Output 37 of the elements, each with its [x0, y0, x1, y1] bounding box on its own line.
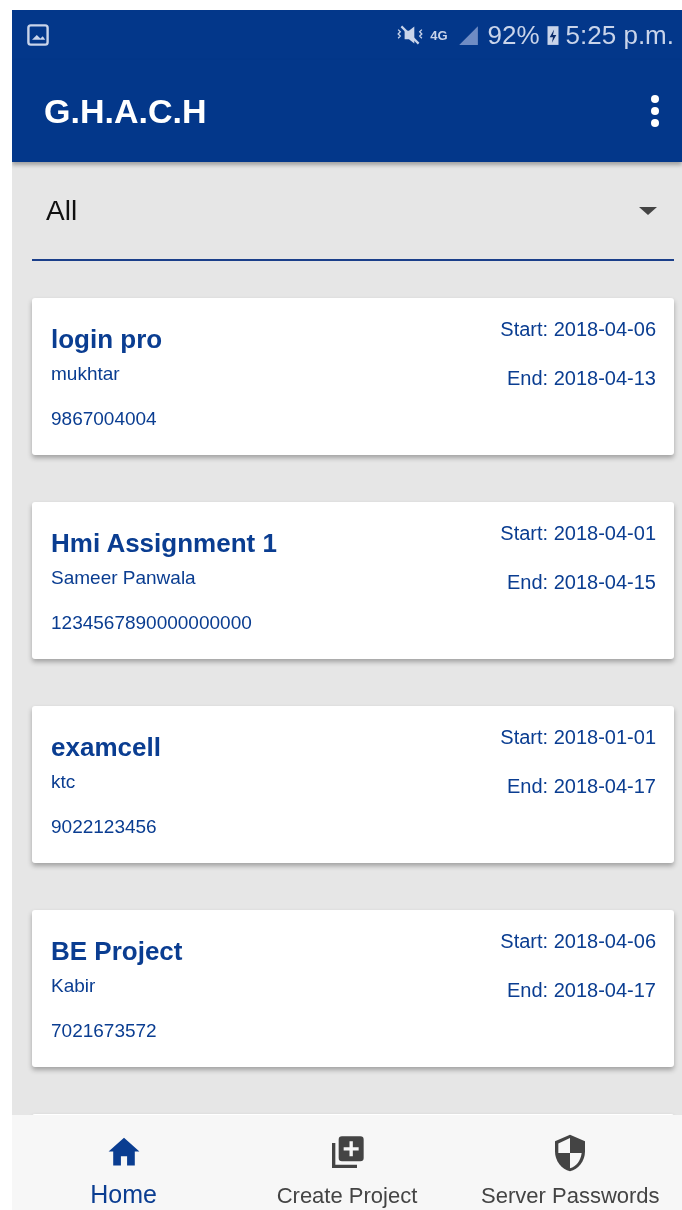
network-label: 4G [430, 27, 448, 43]
owner-name: Sameer Panwala [51, 567, 197, 589]
start-date: Start: 2018-04-01 [500, 522, 656, 545]
nav-tab[interactable]: Home [12, 1115, 236, 1210]
owner-name: ktc [51, 771, 77, 793]
nav-tab[interactable]: Create Project [235, 1115, 459, 1210]
app-title: G.H.A.C.H [44, 91, 207, 131]
start-date: Start: 2018-04-06 [500, 318, 656, 341]
project-name: Hmi Assignment 1 [51, 528, 277, 559]
project-name: login pro [51, 324, 163, 355]
start-date: Start: 2018-04-06 [500, 930, 656, 953]
owner-name: mukhtar [51, 363, 121, 385]
start-date: Start: 2018-01-01 [500, 726, 656, 749]
nav-tab[interactable]: Server Passwords [458, 1115, 682, 1210]
project-card[interactable]: login pro mukhtar 9867004004 Start: 2018-04-06 End: 2018-04-13 [32, 298, 674, 455]
end-date: End: 2018-04-17 [507, 775, 656, 798]
project-name: examcell [51, 732, 161, 763]
end-date: End: 2018-04-13 [507, 367, 656, 390]
clock: 5:25 p.m. [565, 19, 674, 51]
project-name: BE Project [51, 936, 183, 967]
caret-icon [638, 205, 658, 216]
phone-number: 9022123456 [51, 816, 158, 838]
phone-number: 7021673572 [51, 1020, 158, 1042]
mute-vibrate-icon [396, 24, 425, 46]
phone-number: 9867004004 [51, 408, 158, 430]
end-date: End: 2018-04-17 [507, 979, 656, 1002]
phone-number: 1234567890000000000 [51, 612, 253, 634]
end-date: End: 2018-04-15 [507, 571, 656, 594]
filter-dropdown[interactable]: All [32, 162, 674, 261]
project-card[interactable]: BE Project Kabir 7021673572 Start: 2018-04-06 End: 2018-04-17 [32, 910, 674, 1067]
image-icon [26, 23, 50, 47]
project-card[interactable]: examcell ktc 9022123456 Start: 2018-01-01 End: 2018-04-17 [32, 706, 674, 863]
project-card[interactable]: Hmi Assignment 1 Sameer Panwala 1234567890000000000 Start: 2018-04-01 End: 2018-04-15 [32, 502, 674, 659]
battery-percent: 92% [487, 19, 540, 51]
more-icon[interactable] [650, 94, 660, 128]
owner-name: Kabir [51, 975, 97, 997]
battery-charging-icon [545, 24, 560, 46]
